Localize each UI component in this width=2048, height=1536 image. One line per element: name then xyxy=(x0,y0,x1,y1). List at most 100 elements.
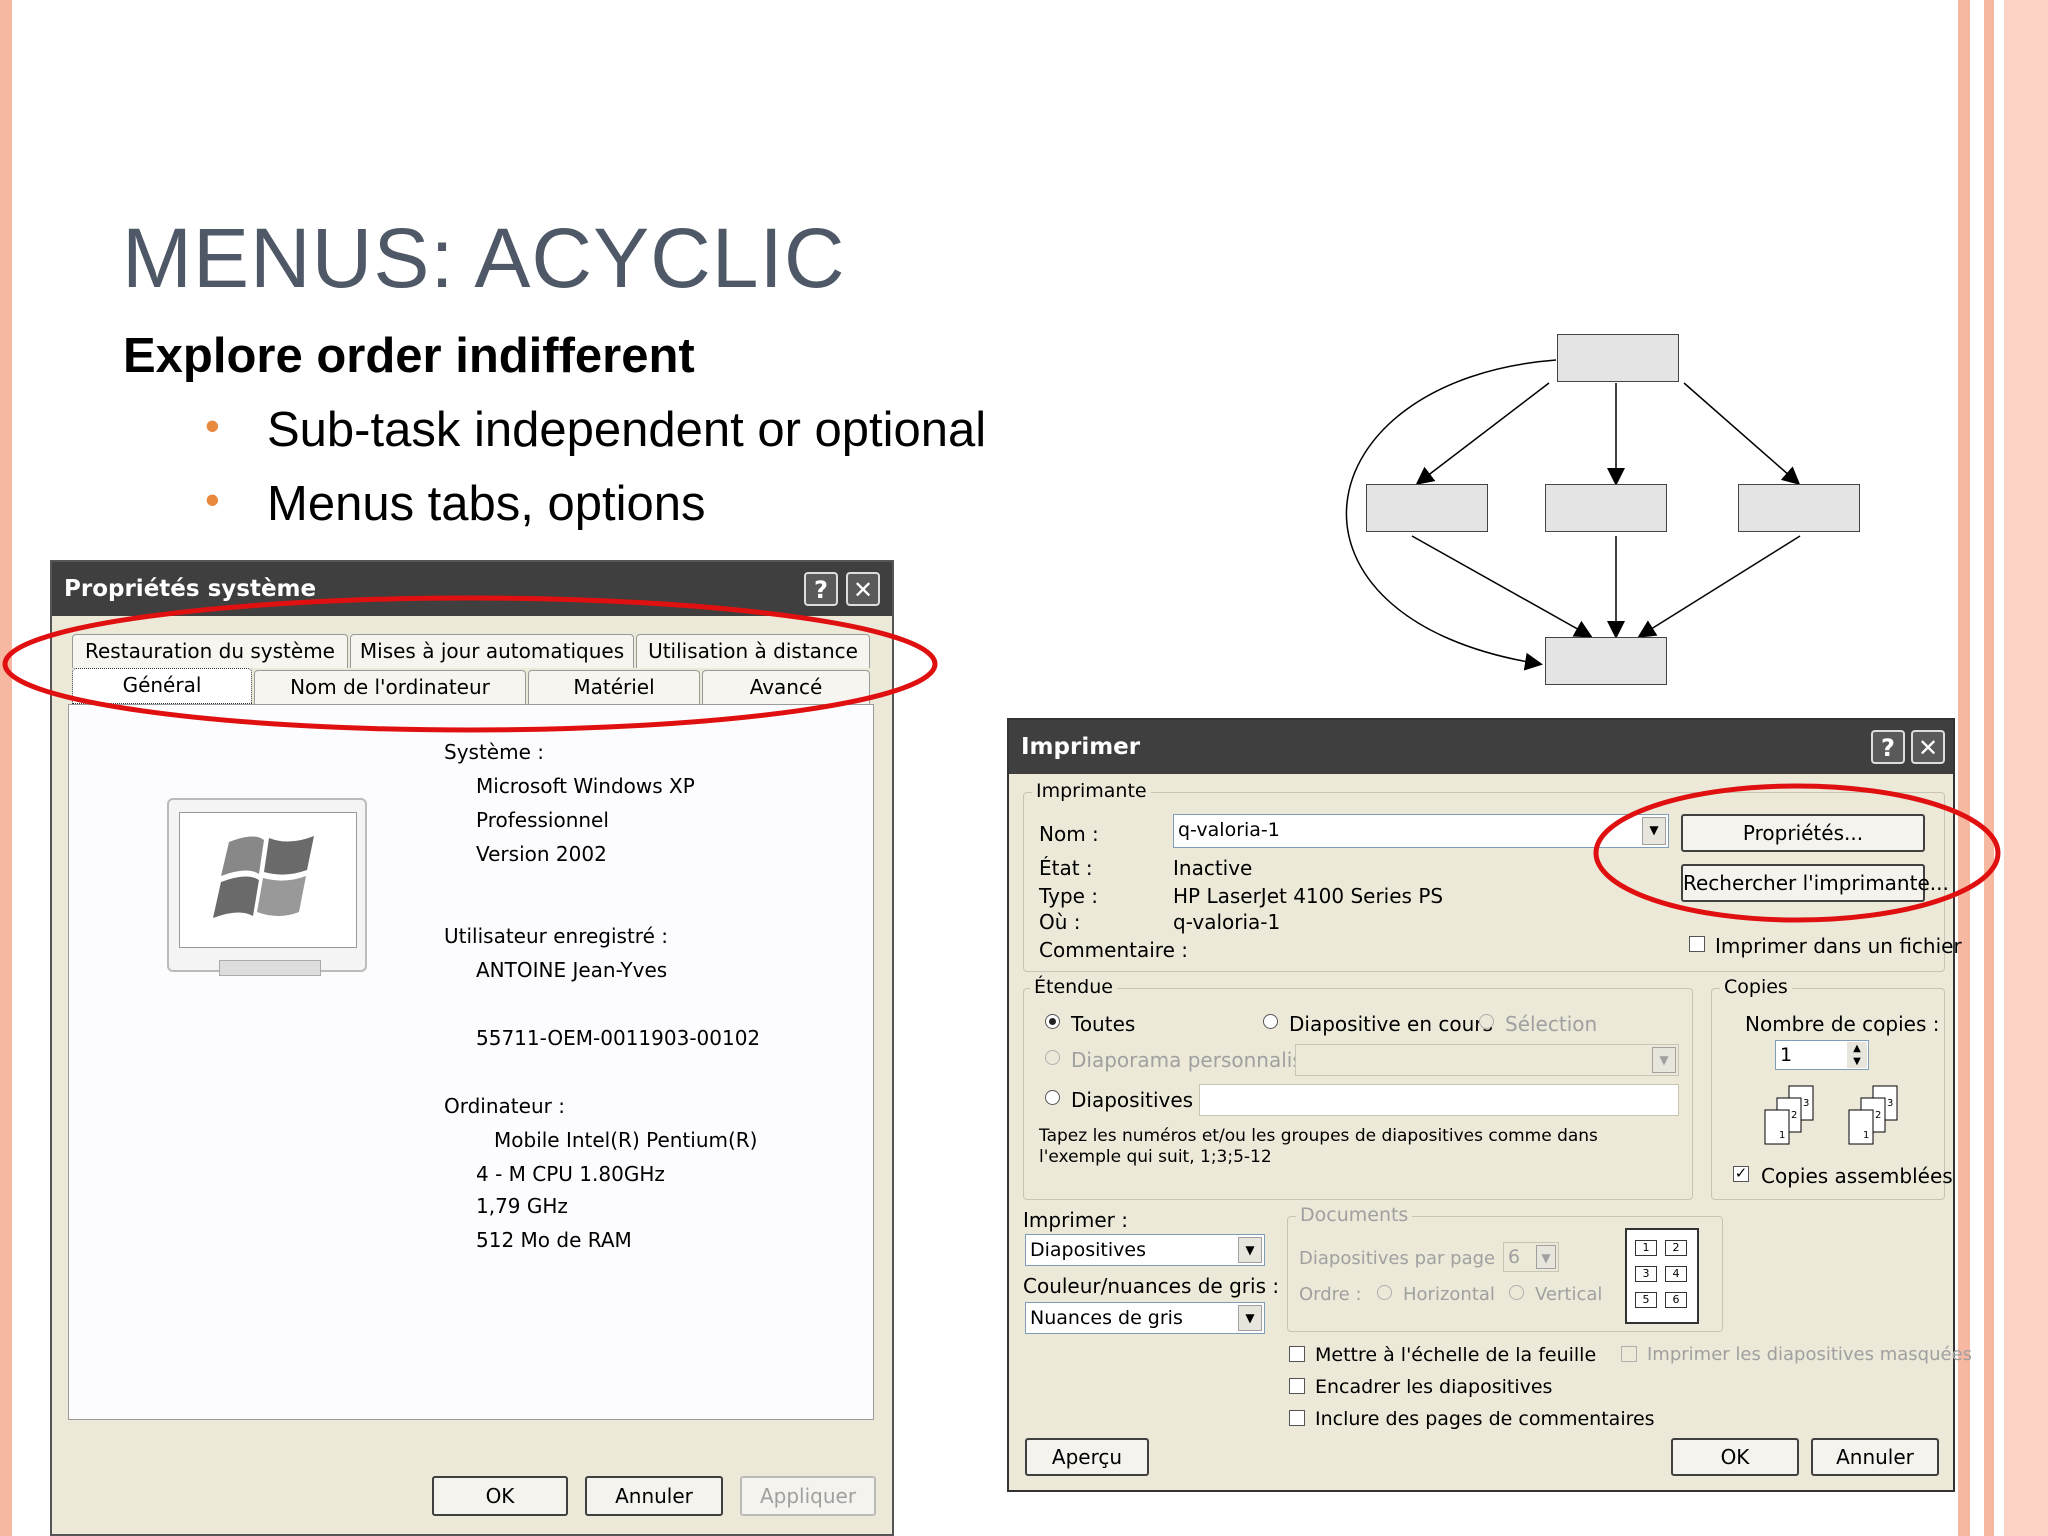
bullet-dot-icon: • xyxy=(205,476,220,523)
horizontal-label: Horizontal xyxy=(1403,1284,1495,1305)
page-cell: 4 xyxy=(1665,1266,1687,1282)
color-value: Nuances de gris xyxy=(1030,1307,1183,1329)
tabs-highlight-ellipse xyxy=(2,595,938,733)
svg-text:3: 3 xyxy=(1803,1098,1809,1109)
slides-input[interactable] xyxy=(1199,1084,1679,1116)
comment-label: Commentaire : xyxy=(1039,938,1188,962)
diagram-node xyxy=(1366,484,1488,532)
page-cell: 6 xyxy=(1665,1292,1687,1308)
left-border-stripe xyxy=(0,0,12,1536)
bullet-text: Sub-task independent or optional xyxy=(267,403,987,457)
current-slide-radio[interactable] xyxy=(1263,1014,1278,1029)
name-label: Nom : xyxy=(1039,822,1099,846)
right-border-stripe-3 xyxy=(2004,0,2048,1536)
type-label: Type : xyxy=(1039,884,1099,908)
cancel-button[interactable]: Annuler xyxy=(585,1476,723,1516)
slides-label: Diapositives : xyxy=(1071,1088,1207,1112)
collate-checkbox[interactable]: ✓ xyxy=(1733,1166,1749,1182)
selection-radio[interactable] xyxy=(1479,1014,1494,1029)
collate-preview-icon: 3 2 1 3 2 1 xyxy=(1764,1085,1898,1145)
chevron-down-icon[interactable]: ▼ xyxy=(1536,1245,1556,1269)
svg-text:1: 1 xyxy=(1779,1130,1785,1141)
user-name: ANTOINE Jean-Yves xyxy=(476,958,668,982)
computer-line: 512 Mo de RAM xyxy=(476,1228,632,1252)
type-value: HP LaserJet 4100 Series PS xyxy=(1173,884,1444,908)
per-page-select[interactable]: 6 ▼ xyxy=(1503,1242,1559,1272)
chevron-up-icon[interactable]: ▲ xyxy=(1847,1042,1867,1055)
scale-checkbox[interactable] xyxy=(1289,1346,1305,1362)
comments-pages-label: Inclure des pages de commentaires xyxy=(1315,1408,1655,1430)
horizontal-radio[interactable] xyxy=(1377,1285,1392,1300)
preview-button[interactable]: Aperçu xyxy=(1025,1438,1149,1476)
bullet-text: Menus tabs, options xyxy=(267,477,706,531)
title-bar: Imprimer ? ✕ xyxy=(1009,720,1953,774)
state-label: État : xyxy=(1039,856,1093,880)
documents-group-label: Documents xyxy=(1296,1204,1413,1226)
close-button[interactable]: ✕ xyxy=(1911,730,1945,764)
custom-show-label: Diaporama personnalisé : xyxy=(1071,1048,1329,1072)
chevron-down-icon[interactable]: ▼ xyxy=(1847,1055,1867,1068)
diagram-node xyxy=(1557,334,1679,382)
page-cell: 3 xyxy=(1635,1266,1657,1282)
slide-title: MENUS: ACYCLIC xyxy=(122,211,846,305)
custom-show-radio[interactable] xyxy=(1045,1050,1060,1065)
all-label: Toutes xyxy=(1071,1012,1136,1036)
system-line: Version 2002 xyxy=(476,842,607,866)
color-select[interactable]: Nuances de gris ▼ xyxy=(1025,1302,1265,1334)
order-label: Ordre : xyxy=(1299,1284,1362,1305)
diagram-edge xyxy=(1637,535,1801,638)
ok-button[interactable]: OK xyxy=(1671,1438,1799,1476)
diagram-edge xyxy=(1415,382,1550,485)
where-value: q-valoria-1 xyxy=(1173,910,1281,934)
chevron-down-icon[interactable]: ▼ xyxy=(1238,1237,1262,1263)
copies-count-label: Nombre de copies : xyxy=(1745,1012,1940,1036)
diagram-edge xyxy=(1683,382,1801,485)
vertical-radio[interactable] xyxy=(1509,1285,1524,1300)
page-cell: 2 xyxy=(1665,1240,1687,1256)
right-border-stripe-2 xyxy=(1984,0,1994,1536)
windows-logo-icon xyxy=(167,798,367,976)
per-page-value: 6 xyxy=(1508,1246,1521,1268)
system-line: Microsoft Windows XP xyxy=(476,774,695,798)
apply-button[interactable]: Appliquer xyxy=(740,1476,876,1516)
computer-line: 4 - M CPU 1.80GHz xyxy=(476,1162,665,1186)
svg-text:2: 2 xyxy=(1875,1110,1881,1121)
hidden-slides-checkbox[interactable] xyxy=(1621,1346,1637,1362)
frame-label: Encadrer les diapositives xyxy=(1315,1376,1553,1398)
scale-label: Mettre à l'échelle de la feuille xyxy=(1315,1344,1597,1366)
page-cell: 1 xyxy=(1635,1240,1657,1256)
ok-button[interactable]: OK xyxy=(432,1476,568,1516)
print-to-file-label: Imprimer dans un fichier xyxy=(1715,934,1962,958)
copies-group-label: Copies xyxy=(1720,976,1792,998)
computer-line: 1,79 GHz xyxy=(476,1194,568,1218)
computer-label: Ordinateur : xyxy=(444,1094,565,1118)
page-layout-preview: 1 2 3 4 5 6 xyxy=(1625,1228,1699,1324)
current-slide-label: Diapositive en cours xyxy=(1289,1012,1493,1036)
where-label: Où : xyxy=(1039,910,1081,934)
diagram-node xyxy=(1738,484,1860,532)
chevron-down-icon[interactable]: ▼ xyxy=(1652,1047,1676,1073)
printer-name-value: q-valoria-1 xyxy=(1178,819,1280,841)
range-group-label: Étendue xyxy=(1030,976,1117,998)
cancel-button[interactable]: Annuler xyxy=(1811,1438,1939,1476)
comments-pages-checkbox[interactable] xyxy=(1289,1410,1305,1426)
page-cell: 5 xyxy=(1635,1292,1657,1308)
all-radio[interactable] xyxy=(1045,1014,1060,1029)
copies-stepper[interactable]: 1 ▲ ▼ xyxy=(1775,1040,1869,1070)
frame-checkbox[interactable] xyxy=(1289,1378,1305,1394)
selection-label: Sélection xyxy=(1505,1012,1598,1036)
print-what-label: Imprimer : xyxy=(1023,1208,1128,1232)
buttons-highlight-ellipse xyxy=(1593,783,2001,923)
product-id: 55711-OEM-0011903-00102 xyxy=(476,1026,761,1050)
user-label: Utilisateur enregistré : xyxy=(444,924,668,948)
chevron-down-icon[interactable]: ▼ xyxy=(1238,1305,1262,1331)
help-button[interactable]: ? xyxy=(1871,730,1905,764)
svg-text:1: 1 xyxy=(1863,1130,1869,1141)
print-what-select[interactable]: Diapositives ▼ xyxy=(1025,1234,1265,1266)
computer-line: Mobile Intel(R) Pentium(R) xyxy=(494,1128,758,1152)
print-to-file-checkbox[interactable] xyxy=(1689,936,1705,952)
custom-show-select[interactable]: ▼ xyxy=(1295,1044,1679,1076)
slides-radio[interactable] xyxy=(1045,1090,1060,1105)
print-what-value: Diapositives xyxy=(1030,1239,1146,1261)
svg-text:3: 3 xyxy=(1887,1098,1893,1109)
